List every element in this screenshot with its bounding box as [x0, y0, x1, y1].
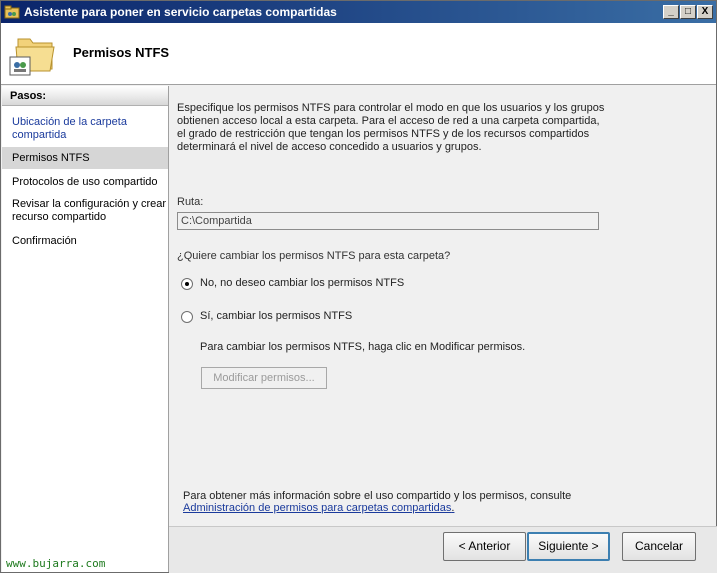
site-watermark: www.bujarra.com: [6, 557, 106, 570]
next-button[interactable]: Siguiente >: [527, 532, 610, 561]
title-bar[interactable]: Asistente para poner en servicio carpeta…: [1, 1, 716, 23]
steps-pane: Pasos: Ubicación de la carpeta compartid…: [2, 86, 169, 572]
step-confirmation: Confirmación: [12, 235, 77, 247]
step-review-settings: Revisar la configuración y crear recurso…: [12, 198, 167, 223]
page-title: Permisos NTFS: [73, 45, 170, 60]
option-yes-label[interactable]: Sí, cambiar los permisos NTFS: [200, 310, 352, 322]
step-sharing-protocols: Protocolos de uso compartido: [12, 176, 158, 188]
wizard-app-icon: [4, 5, 20, 19]
wizard-footer: < Anterior Siguiente > Cancelar: [169, 526, 717, 573]
modify-hint: Para cambiar los permisos NTFS, haga cli…: [200, 341, 526, 353]
modify-permissions-button[interactable]: Modificar permisos...: [201, 367, 327, 389]
maximize-button[interactable]: □: [680, 5, 696, 19]
more-info-link-suffix: .: [451, 502, 455, 514]
steps-heading: Pasos:: [2, 86, 168, 106]
option-no-radio[interactable]: [181, 278, 193, 290]
more-info-text: Para obtener más información sobre el us…: [183, 490, 572, 502]
more-info-link[interactable]: Administración de permisos para carpetas…: [183, 502, 454, 514]
back-button[interactable]: < Anterior: [443, 532, 526, 561]
close-button[interactable]: X: [697, 5, 713, 19]
main-content: Especifique los permisos NTFS para contr…: [171, 86, 716, 526]
wizard-header: Permisos NTFS: [1, 23, 716, 85]
step-ntfs-permissions[interactable]: Permisos NTFS: [2, 147, 168, 169]
option-no-label[interactable]: No, no deseo cambiar los permisos NTFS: [200, 277, 404, 289]
option-yes-radio[interactable]: [181, 311, 193, 323]
more-info-link-text[interactable]: Administración de permisos para carpetas…: [183, 502, 451, 514]
step-folder-location[interactable]: Ubicación de la carpeta compartida: [2, 116, 168, 142]
folder-share-icon: [9, 38, 55, 76]
path-label: Ruta:: [177, 196, 204, 208]
wizard-window: Asistente para poner en servicio carpeta…: [0, 0, 717, 573]
description-text: Especifique los permisos NTFS para contr…: [177, 102, 605, 153]
question-text: ¿Quiere cambiar los permisos NTFS para e…: [177, 250, 451, 262]
path-field[interactable]: C:\Compartida: [177, 212, 599, 230]
minimize-button[interactable]: _: [663, 5, 679, 19]
window-title: Asistente para poner en servicio carpeta…: [24, 5, 337, 19]
cancel-button[interactable]: Cancelar: [622, 532, 696, 561]
